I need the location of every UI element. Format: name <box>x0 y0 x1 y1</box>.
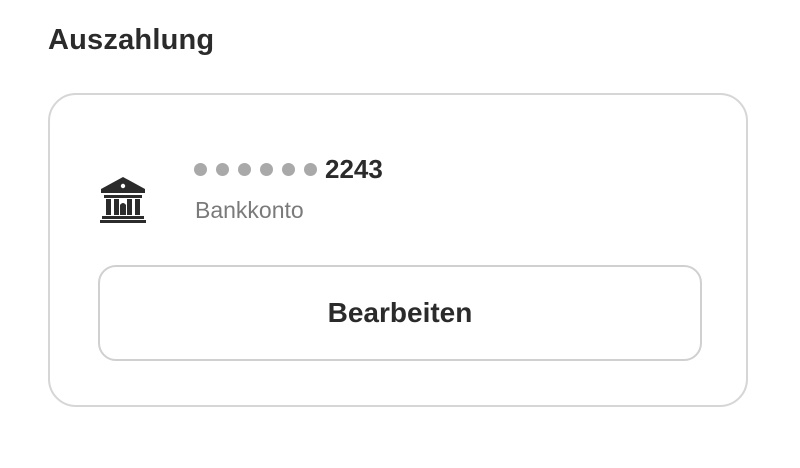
mask-dot <box>304 162 317 176</box>
account-number-masked: 2243 <box>194 153 383 185</box>
account-type-label: Bankkonto <box>195 197 304 223</box>
mask-dot <box>238 162 251 176</box>
section-title: Auszahlung <box>48 24 215 56</box>
payout-account-row: 2243 Bankkonto <box>98 153 658 233</box>
payout-page: Auszahlung 2243 Bankkonto Bearbeiten <box>0 0 800 468</box>
mask-dots <box>194 162 317 176</box>
bank-icon <box>98 175 148 223</box>
payout-method-card: 2243 Bankkonto Bearbeiten <box>48 93 748 407</box>
mask-dot <box>216 162 229 176</box>
mask-dot <box>282 162 295 176</box>
mask-dot <box>194 162 207 176</box>
mask-dot <box>260 162 273 176</box>
edit-button[interactable]: Bearbeiten <box>98 265 702 361</box>
account-last4: 2243 <box>325 153 383 184</box>
